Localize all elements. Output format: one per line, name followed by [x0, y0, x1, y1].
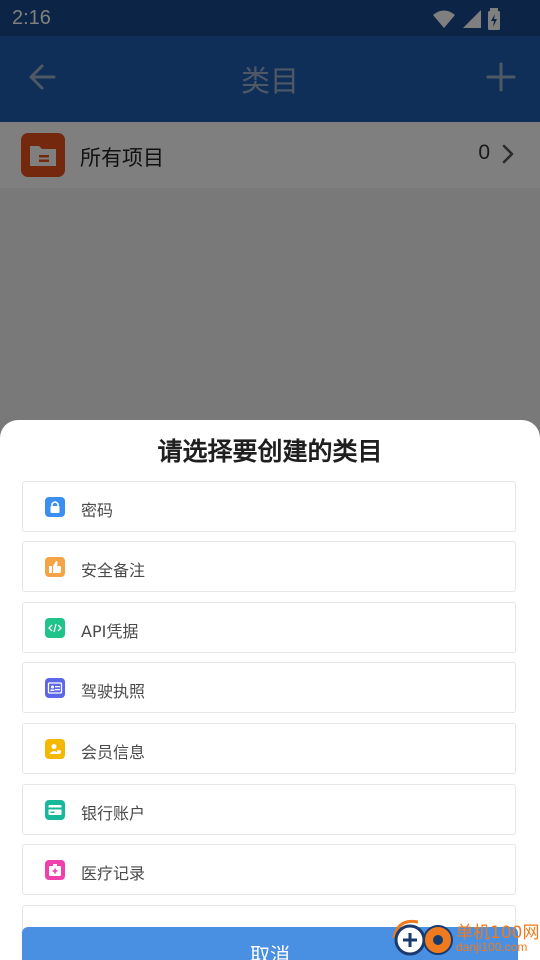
option-label: 银行账户 — [81, 804, 146, 823]
member-icon — [45, 739, 65, 759]
medical-kit-icon — [45, 860, 65, 880]
bank-card-icon — [45, 800, 65, 820]
watermark-url: danji100.com — [456, 940, 528, 954]
option-bank-account[interactable]: 银行账户 — [22, 784, 516, 835]
create-category-sheet: 请选择要创建的类目 密码 安全备注 API凭据 驾驶执照 会员信息 银行账户 医… — [0, 420, 540, 960]
option-label: API凭据 — [81, 622, 139, 641]
id-card-icon — [45, 678, 65, 698]
option-secure-note[interactable]: 安全备注 — [22, 541, 516, 592]
option-label: 会员信息 — [81, 743, 146, 762]
option-password[interactable]: 密码 — [22, 481, 516, 532]
option-label: 驾驶执照 — [81, 682, 146, 701]
option-membership[interactable]: 会员信息 — [22, 723, 516, 774]
code-icon — [45, 618, 65, 638]
option-label: 密码 — [81, 501, 114, 520]
option-api-credential[interactable]: API凭据 — [22, 602, 516, 653]
option-label: 安全备注 — [81, 561, 146, 580]
option-label: 医疗记录 — [81, 864, 146, 883]
watermark: 单机100网 danji100.com — [388, 916, 540, 960]
thumbs-up-icon — [45, 557, 65, 577]
option-medical-record[interactable]: 医疗记录 — [22, 844, 516, 895]
watermark-logo-icon — [392, 919, 453, 956]
option-driver-license[interactable]: 驾驶执照 — [22, 662, 516, 713]
sheet-title: 请选择要创建的类目 — [157, 437, 383, 466]
lock-icon — [45, 497, 65, 517]
